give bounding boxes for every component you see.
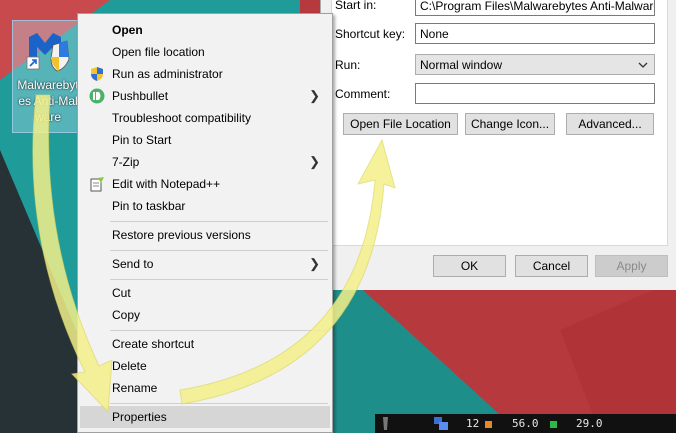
menu-separator — [110, 330, 328, 331]
menu-item-pin-to-taskbar[interactable]: Pin to taskbar — [80, 195, 330, 217]
menu-item-label: Restore previous versions — [112, 228, 251, 242]
green-indicator-icon — [550, 421, 557, 428]
shortcut-key-label: Shortcut key: — [335, 27, 406, 41]
menu-item-label: Pin to taskbar — [112, 199, 186, 213]
start-in-label: Start in: — [335, 0, 377, 12]
menu-item-run-as-administrator[interactable]: Run as administrator — [80, 63, 330, 85]
start-in-field[interactable]: C:\Program Files\Malwarebytes Anti-Malwa… — [415, 0, 655, 16]
shortcut-tab-panel: Start in: C:\Program Files\Malwarebytes … — [331, 0, 668, 246]
menu-item-label: Copy — [112, 308, 141, 322]
menu-item-label: Create shortcut — [112, 337, 195, 351]
menu-item-copy[interactable]: Copy — [80, 304, 330, 326]
menu-item-label: Properties — [112, 410, 167, 424]
menu-item-pushbullet[interactable]: Pushbullet ❯ — [80, 85, 330, 107]
comment-field[interactable] — [415, 83, 655, 104]
orange-indicator-icon — [485, 421, 492, 428]
menu-item-send-to[interactable]: Send to ❯ — [80, 253, 330, 275]
menu-item-label: Rename — [112, 381, 158, 395]
menu-item-label: Troubleshoot compatibility — [112, 111, 251, 125]
chevron-down-icon — [638, 62, 648, 68]
pen-icon[interactable] — [379, 416, 391, 431]
notepad-plus-plus-icon — [90, 177, 104, 192]
malwarebytes-shield-icon — [26, 33, 70, 72]
menu-separator — [110, 221, 328, 222]
menu-item-label: Delete — [112, 359, 147, 373]
menu-item-edit-with-notepad[interactable]: Edit with Notepad++ — [80, 173, 330, 195]
submenu-arrow-icon: ❯ — [309, 88, 320, 103]
menu-item-label: Pin to Start — [112, 133, 172, 147]
open-file-location-button[interactable]: Open File Location — [343, 113, 458, 135]
menu-item-pin-to-start[interactable]: Pin to Start — [80, 129, 330, 151]
menu-separator — [110, 279, 328, 280]
menu-item-label: 7-Zip — [112, 155, 140, 169]
menu-separator — [110, 403, 328, 404]
menu-item-delete[interactable]: Delete — [80, 355, 330, 377]
menu-item-label: Pushbullet — [112, 89, 169, 103]
menu-item-label: Send to — [112, 257, 154, 271]
tray-value-3: 29.0 — [576, 417, 603, 430]
menu-item-open[interactable]: Open — [80, 19, 330, 41]
menu-item-7zip[interactable]: 7-Zip ❯ — [80, 151, 330, 173]
change-icon-button[interactable]: Change Icon... — [465, 113, 555, 135]
cancel-button[interactable]: Cancel — [515, 255, 588, 277]
menu-item-restore-previous-versions[interactable]: Restore previous versions — [80, 224, 330, 246]
tray-value-2: 56.0 — [512, 417, 539, 430]
menu-item-troubleshoot-compatibility[interactable]: Troubleshoot compatibility — [80, 107, 330, 129]
menu-item-rename[interactable]: Rename — [80, 377, 330, 399]
menu-item-label: Open — [112, 23, 143, 37]
menu-item-create-shortcut[interactable]: Create shortcut — [80, 333, 330, 355]
menu-item-properties[interactable]: Properties — [80, 406, 330, 428]
submenu-arrow-icon: ❯ — [309, 154, 320, 169]
menu-item-open-file-location[interactable]: Open file location — [80, 41, 330, 63]
desktop-icon-label: Malwarebytes Anti-Malware — [17, 78, 79, 124]
submenu-arrow-icon: ❯ — [309, 256, 320, 271]
system-tray-strip: 12 56.0 29.0 — [375, 414, 676, 433]
menu-item-label: Open file location — [112, 45, 205, 59]
run-select[interactable]: Normal window — [415, 54, 655, 75]
menu-separator — [110, 250, 328, 251]
apply-button[interactable]: Apply — [595, 255, 668, 277]
menu-item-cut[interactable]: Cut — [80, 282, 330, 304]
context-menu: Open Open file location Run as administr… — [77, 13, 333, 433]
run-label: Run: — [335, 58, 361, 72]
menu-item-label: Run as administrator — [112, 67, 223, 81]
pushbullet-icon — [89, 88, 105, 104]
run-select-value: Normal window — [420, 58, 503, 72]
uac-shield-icon — [91, 67, 103, 81]
ok-button[interactable]: OK — [433, 255, 506, 277]
properties-dialog: Start in: C:\Program Files\Malwarebytes … — [320, 0, 676, 290]
comment-label: Comment: — [335, 87, 391, 101]
network-icon[interactable] — [433, 416, 449, 431]
advanced-button[interactable]: Advanced... — [566, 113, 654, 135]
menu-item-label: Edit with Notepad++ — [112, 177, 221, 191]
menu-item-label: Cut — [112, 286, 131, 300]
tray-value-1: 12 — [466, 417, 480, 430]
desktop-shortcut-malwarebytes[interactable]: Malwarebytes Anti-Malware — [12, 20, 82, 133]
shortcut-key-field[interactable]: None — [415, 23, 655, 44]
